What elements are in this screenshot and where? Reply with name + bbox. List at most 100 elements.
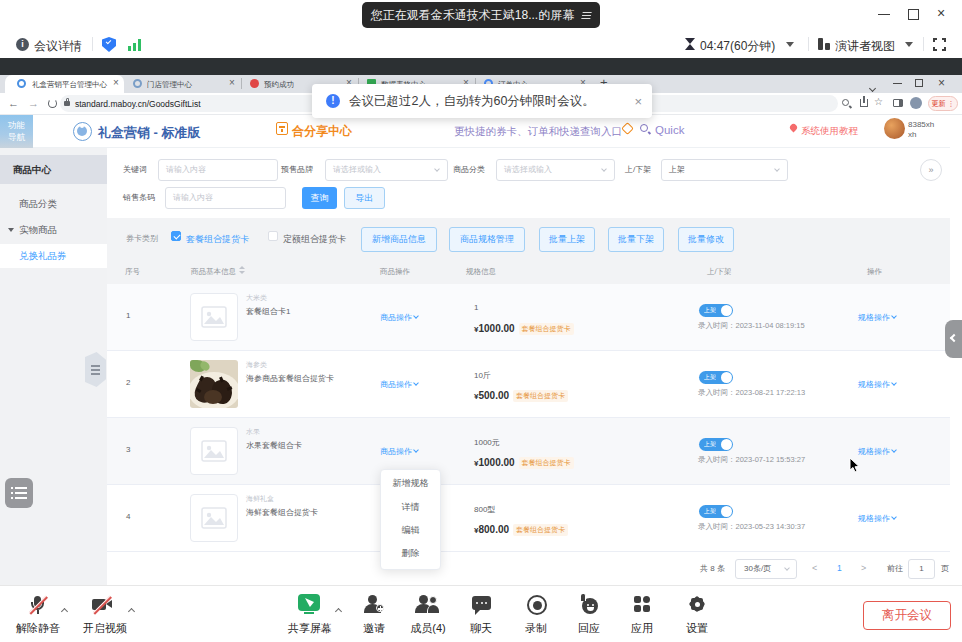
microphone-muted-icon[interactable] <box>28 595 48 615</box>
dropdown-item-detail[interactable]: 详情 <box>380 501 441 514</box>
sidebar-item-gift-voucher[interactable]: 兑换礼品券 <box>0 244 107 268</box>
row2-product-action[interactable]: 商品操作 <box>380 379 418 390</box>
camera-off-icon[interactable] <box>92 597 114 613</box>
browser-minimize-icon[interactable] <box>893 83 902 84</box>
banner-menu-icon[interactable] <box>581 12 591 19</box>
next-page-button[interactable]: > <box>861 563 866 573</box>
browser-close-icon[interactable]: × <box>938 76 945 90</box>
tab1-close-icon[interactable]: × <box>113 77 119 88</box>
row1-shelf-toggle[interactable]: 上架 <box>699 304 733 317</box>
brand-title[interactable]: 礼盒营销 - 标准版 <box>98 124 201 142</box>
meeting-timer[interactable]: 04:47(60分钟) <box>700 38 775 55</box>
chat-icon[interactable] <box>472 596 491 615</box>
invite-label[interactable]: 邀请 <box>362 621 386 636</box>
window-close-button[interactable]: × <box>937 5 945 21</box>
dropdown-item-edit[interactable]: 编辑 <box>380 524 441 537</box>
sidebar-item-goods-center[interactable]: 商品中心 <box>0 155 107 184</box>
dropdown-item-delete[interactable]: 删除 <box>380 547 441 560</box>
batch-off-button[interactable]: 批量下架 <box>608 227 664 252</box>
barcode-input[interactable]: 请输入内容 <box>165 187 286 209</box>
card-type-checkbox-2[interactable] <box>268 231 278 241</box>
row3-shelf-toggle[interactable]: 上架 <box>699 438 733 451</box>
row4-spec-action[interactable]: 规格操作 <box>858 513 896 524</box>
floating-list-button[interactable] <box>5 478 33 508</box>
add-product-button[interactable]: 新增商品信息 <box>361 227 437 252</box>
dropdown-item-add-spec[interactable]: 新增规格 <box>380 477 441 490</box>
zoom-icon[interactable] <box>842 99 849 106</box>
settings-icon[interactable] <box>688 595 706 613</box>
card-type-option-1[interactable]: 套餐组合提货卡 <box>186 233 249 246</box>
view-mode-label[interactable]: 演讲者视图 <box>835 38 895 55</box>
row3-product-action[interactable]: 商品操作 <box>380 446 418 457</box>
quick-label[interactable]: Quick <box>655 124 684 136</box>
unmute-label[interactable]: 解除静音 <box>13 621 63 636</box>
tab2-close-icon[interactable]: × <box>229 77 235 88</box>
col-header-spec: 规格信息 <box>466 267 496 277</box>
keyword-input[interactable]: 请输入内容 <box>158 159 278 181</box>
tab2-title[interactable]: 门店管理中心 <box>147 80 225 90</box>
sidebar-item-physical-goods[interactable]: 实物商品 <box>0 218 107 242</box>
start-video-label[interactable]: 开启视频 <box>82 621 128 636</box>
record-icon[interactable] <box>527 595 547 615</box>
meeting-details-label[interactable]: 会议详情 <box>34 38 82 55</box>
spec-manage-button[interactable]: 商品规格管理 <box>449 227 525 252</box>
search-button[interactable]: 查询 <box>302 187 337 209</box>
window-minimize-button[interactable] <box>878 14 890 15</box>
chat-label[interactable]: 聊天 <box>469 621 493 636</box>
fullscreen-icon[interactable] <box>933 38 946 51</box>
card-type-option-2[interactable]: 定额组合提货卡 <box>283 233 346 246</box>
settings-label[interactable]: 设置 <box>685 621 709 636</box>
prev-page-button[interactable]: < <box>812 563 817 573</box>
window-maximize-button[interactable] <box>908 9 919 20</box>
row2-shelf-toggle[interactable]: 上架 <box>699 371 733 384</box>
export-button[interactable]: 导出 <box>344 187 385 209</box>
row1-product-action[interactable]: 商品操作 <box>380 312 418 323</box>
sidebar-collapse-handle[interactable] <box>85 352 106 387</box>
profile-avatar-icon[interactable] <box>910 97 922 109</box>
category-select[interactable]: 请选择或输入 <box>496 159 615 181</box>
reload-icon[interactable] <box>48 99 57 108</box>
row1-spec-action[interactable]: 规格操作 <box>858 312 896 323</box>
tab1-title[interactable]: 礼盒营销平台管理中心 <box>32 80 110 90</box>
row3-spec-action[interactable]: 规格操作 <box>858 446 896 457</box>
apps-icon[interactable] <box>634 596 652 614</box>
meeting-info-icon[interactable]: i <box>16 38 29 51</box>
row2-spec-action[interactable]: 规格操作 <box>858 379 896 390</box>
timer-dropdown-icon[interactable] <box>786 42 794 47</box>
current-page[interactable]: 1 <box>837 563 842 573</box>
user-avatar[interactable] <box>884 118 905 139</box>
help-label[interactable]: 系统使用教程 <box>801 125 858 138</box>
url-text[interactable]: standard.maboy.cn/GoodsGiftList <box>75 99 201 109</box>
share-center-label[interactable]: 合分享中心 <box>292 123 352 140</box>
record-label[interactable]: 录制 <box>524 621 548 636</box>
network-signal-icon[interactable] <box>128 39 143 51</box>
members-label[interactable]: 成员(4) <box>405 621 451 636</box>
nav-tile[interactable]: 功能 导航 <box>0 115 33 148</box>
shelf-select[interactable]: 上架 <box>661 159 788 181</box>
goto-page-input[interactable]: 1 <box>908 559 935 579</box>
share-screen-icon[interactable] <box>298 594 320 616</box>
toast-close-icon[interactable]: × <box>634 94 642 109</box>
members-icon[interactable] <box>417 595 439 615</box>
update-badge[interactable]: 更新 ⋮ <box>928 96 958 111</box>
page-size-select[interactable]: 30条/页 <box>735 559 797 579</box>
apps-label[interactable]: 应用 <box>630 621 654 636</box>
invite-icon[interactable] <box>364 595 384 615</box>
react-label[interactable]: 回应 <box>577 621 601 636</box>
row4-shelf-toggle[interactable]: 上架 <box>699 505 733 518</box>
collapse-filters-button[interactable]: » <box>920 159 942 181</box>
share-screen-label[interactable]: 共享屏幕 <box>287 621 333 636</box>
sidebar-item-goods-category[interactable]: 商品分类 <box>0 192 107 216</box>
batch-on-button[interactable]: 批量上架 <box>539 227 595 252</box>
batch-edit-button[interactable]: 批量修改 <box>678 227 734 252</box>
forward-icon[interactable]: → <box>28 97 39 109</box>
back-icon[interactable]: ← <box>8 97 19 109</box>
bookmark-star-icon[interactable]: ☆ <box>874 96 883 107</box>
right-panel-handle[interactable] <box>945 320 962 358</box>
brand-select[interactable]: 请选择或输入 <box>325 159 448 181</box>
card-type-checkbox-1[interactable] <box>171 231 181 241</box>
browser-restore-icon[interactable] <box>915 79 923 87</box>
reaction-icon[interactable] <box>580 595 600 615</box>
leave-meeting-button[interactable]: 离开会议 <box>863 601 951 630</box>
view-mode-dropdown-icon[interactable] <box>905 42 913 47</box>
